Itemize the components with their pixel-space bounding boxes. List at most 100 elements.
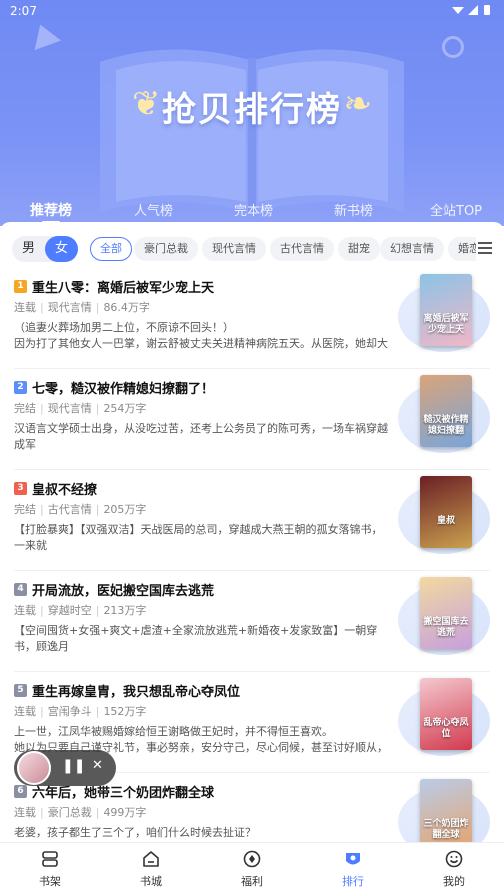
chip-category[interactable]: 婚恋 xyxy=(448,237,476,261)
meta-separator: | xyxy=(40,503,44,516)
meta-separator: | xyxy=(95,705,100,718)
tab-site-top[interactable]: 全站TOP xyxy=(430,200,482,219)
book-title[interactable]: 重生八零：离婚后被军少宠上天 xyxy=(32,277,392,296)
nav-bookstore[interactable]: 书城 xyxy=(101,843,201,896)
book-list-item[interactable]: 4 开局流放，医妃搬空国库去逃荒 连载 | 穿越时空 | 213万字 【空间囤货+女强+爽文+… xyxy=(0,573,504,673)
signal-battery-icon xyxy=(452,5,490,15)
book-cover-wrapper[interactable]: 搬空国库去逃荒 xyxy=(398,577,494,661)
list-divider xyxy=(14,469,490,470)
book-list-item[interactable]: 2 七零，糙汉被作精媳妇撩翻了！ 完结 | 现代言情 | 254万字 汉语言文学硕士出身，从没… xyxy=(0,371,504,471)
floating-audio-player[interactable]: ❚❚ ✕ xyxy=(14,750,116,786)
book-cover-image[interactable]: 皇叔 xyxy=(420,476,472,548)
book-meta: 连载 | 现代言情 | 86.4万字 xyxy=(14,299,150,315)
chip-category[interactable]: 甜宠 xyxy=(338,237,380,261)
book-cover-image[interactable]: 三个奶团炸翻全球 xyxy=(420,779,472,851)
nav-welfare[interactable]: 福利 xyxy=(202,843,302,896)
pause-icon[interactable]: ❚❚ xyxy=(62,758,85,774)
nav-label: 我的 xyxy=(443,875,465,888)
nav-profile[interactable]: 我的 xyxy=(404,843,504,896)
chip-all[interactable]: 全部 xyxy=(90,237,132,261)
meta-separator: | xyxy=(95,402,100,415)
chip-category[interactable]: 现代言情 xyxy=(202,237,266,261)
banner-title: 抢贝排行榜 xyxy=(162,90,342,130)
meta-separator: | xyxy=(40,301,44,314)
book-genre: 宫闱争斗 xyxy=(47,705,92,718)
description-line: 因为打了其他女人一巴掌，谢云舒被丈夫关进精神病院五天。从医院，她却大梦一… xyxy=(14,337,388,350)
book-meta: 连载 | 豪门总裁 | 499万字 xyxy=(14,804,146,820)
description-line: 【打脸暴爽】【双强双洁】天战医局的总司，穿越成大燕王朝的孤女落锦书，一来就 xyxy=(14,523,383,552)
book-genre: 现代言情 xyxy=(47,402,92,415)
book-title[interactable]: 皇叔不经撩 xyxy=(32,479,392,498)
nav-label: 排行 xyxy=(342,875,364,888)
book-status: 连载 xyxy=(14,301,36,314)
book-meta: 完结 | 古代言情 | 205万字 xyxy=(14,501,146,517)
gender-female-option[interactable]: 女 xyxy=(45,236,78,262)
book-cover-image[interactable]: 乱帝心夺凤位 xyxy=(420,678,472,750)
rank-tabs: 推荐榜 人气榜 完本榜 新书榜 全站TOP xyxy=(0,196,504,224)
category-menu-icon[interactable] xyxy=(476,239,494,259)
book-cover-wrapper[interactable]: 糙汉被作精媳妇撩翻 xyxy=(398,375,494,459)
bookstore-icon xyxy=(143,851,159,867)
book-cover-wrapper[interactable]: 离婚后被军少宠上天 xyxy=(398,274,494,358)
book-genre: 豪门总裁 xyxy=(47,806,92,819)
tab-label: 人气榜 xyxy=(134,204,174,219)
gender-toggle: 男 女 xyxy=(12,236,78,262)
book-cover-image[interactable]: 糙汉被作精媳妇撩翻 xyxy=(420,375,472,447)
list-divider xyxy=(14,671,490,672)
tab-label: 推荐榜 xyxy=(30,203,72,219)
meta-separator: | xyxy=(40,705,44,718)
book-description: 【打脸暴爽】【双强双洁】天战医局的总司，穿越成大燕王朝的孤女落锦书，一来就背负谋… xyxy=(14,522,392,554)
tab-recommend[interactable]: 推荐榜 xyxy=(30,200,72,224)
book-word-count: 205万字 xyxy=(103,503,147,516)
meta-separator: | xyxy=(95,503,100,516)
description-line: 汉语言文学硕士出身，从没吃过苦，还考上公务员了的陈可秀，一场车祸穿越成军 xyxy=(14,422,388,451)
category-chips: 全部 豪门总裁 现代言情 古代言情 甜宠 幻想言情 婚恋 xyxy=(90,236,476,262)
book-word-count: 213万字 xyxy=(103,604,147,617)
book-list-item[interactable]: 1 重生八零：离婚后被军少宠上天 连载 | 现代言情 | 86.4万字 （追妻火葬场加男二上位… xyxy=(0,270,504,370)
book-cover-image[interactable]: 离婚后被军少宠上天 xyxy=(420,274,472,346)
book-title[interactable]: 七零，糙汉被作精媳妇撩翻了！ xyxy=(32,378,392,397)
book-word-count: 86.4万字 xyxy=(103,301,150,314)
book-title[interactable]: 开局流放，医妃搬空国库去逃荒 xyxy=(32,580,392,599)
book-description: （追妻火葬场加男二上位，不原谅不回头！） 因为打了其他女人一巴掌，谢云舒被丈夫关进… xyxy=(14,320,392,352)
rank-badge: 3 xyxy=(14,482,27,495)
meta-separator: | xyxy=(95,806,100,819)
book-description: 【空间囤货+女强+爽文+虐渣+全家流放逃荒+新婚夜+发家致富】一朝穿书，顾逸月发… xyxy=(14,623,392,655)
book-cover-wrapper[interactable]: 皇叔 xyxy=(398,476,494,560)
status-bar: 2:07 xyxy=(0,0,504,22)
close-icon[interactable]: ✕ xyxy=(92,758,103,773)
book-genre: 古代言情 xyxy=(47,503,92,516)
book-cover-image[interactable]: 搬空国库去逃荒 xyxy=(420,577,472,649)
tab-new-books[interactable]: 新书榜 xyxy=(334,200,373,219)
rank-badge: 2 xyxy=(14,381,27,394)
list-divider xyxy=(14,570,490,571)
chip-category[interactable]: 豪门总裁 xyxy=(134,237,198,261)
book-word-count: 254万字 xyxy=(103,402,147,415)
book-meta: 连载 | 宫闱争斗 | 152万字 xyxy=(14,703,146,719)
book-title[interactable]: 重生再嫁皇胄，我只想乱帝心夺凤位 xyxy=(32,681,392,700)
chip-category[interactable]: 古代言情 xyxy=(270,237,334,261)
meta-separator: | xyxy=(40,402,44,415)
ranking-icon xyxy=(346,853,360,865)
rank-badge: 4 xyxy=(14,583,27,596)
list-divider xyxy=(14,368,490,369)
cover-title-text: 三个奶团炸翻全球 xyxy=(423,819,469,840)
chip-category[interactable]: 幻想言情 xyxy=(380,237,444,261)
meta-separator: | xyxy=(40,806,44,819)
book-genre: 穿越时空 xyxy=(47,604,92,617)
rank-badge: 6 xyxy=(14,785,27,798)
meta-separator: | xyxy=(95,301,100,314)
book-description: 汉语言文学硕士出身，从没吃过苦，还考上公务员了的陈可秀，一场车祸穿越成军嫂。 xyxy=(14,421,392,453)
nav-ranking[interactable]: 排行 xyxy=(303,843,403,896)
cover-title-text: 搬空国库去逃荒 xyxy=(423,617,469,638)
tab-popular[interactable]: 人气榜 xyxy=(134,200,173,219)
nav-bookshelf[interactable]: 书架 xyxy=(0,843,100,896)
book-cover-wrapper[interactable]: 乱帝心夺凤位 xyxy=(398,678,494,762)
player-cover-avatar[interactable] xyxy=(17,751,51,785)
bottom-nav: 书架 书城 福利 排行 我的 xyxy=(0,842,504,896)
tab-completed[interactable]: 完本榜 xyxy=(234,200,273,219)
tab-label: 完本榜 xyxy=(234,204,274,219)
gender-male-option[interactable]: 男 xyxy=(12,236,45,262)
meta-separator: | xyxy=(40,604,44,617)
book-list-item[interactable]: 3 皇叔不经撩完结 | 古代言情 | 205万字【打脸暴爽】【双强双洁】天战医局的总司，穿… xyxy=(0,472,504,572)
